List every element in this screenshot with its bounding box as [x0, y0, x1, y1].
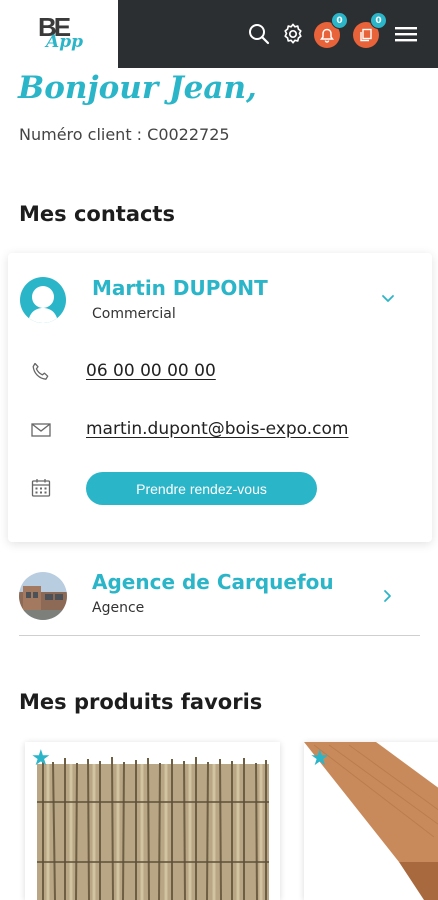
- agency-photo: [19, 572, 67, 620]
- contact-card: Martin DUPONT Commercial 06 00 00 00 00 …: [8, 253, 432, 542]
- contacts-section-title: Mes contacts: [19, 202, 175, 226]
- calendar-icon: [30, 477, 52, 503]
- header-toolbar: 0 0: [118, 0, 438, 68]
- agency-row[interactable]: Agence de Carquefou Agence: [19, 562, 420, 636]
- chevron-down-icon[interactable]: [380, 289, 396, 308]
- hamburger-menu-icon[interactable]: [394, 22, 418, 46]
- orders-badge: 0: [370, 12, 387, 29]
- bamboo-fence-image: [25, 742, 280, 900]
- contact-role: Commercial: [92, 306, 176, 322]
- notifications-badge: 0: [331, 12, 348, 29]
- user-silhouette-icon: [28, 286, 58, 323]
- app-header: BE App 0 0: [0, 0, 438, 68]
- product-card[interactable]: ★: [304, 742, 438, 900]
- favorite-star-icon[interactable]: ★: [310, 748, 330, 770]
- phone-link[interactable]: 06 00 00 00 00: [86, 361, 216, 381]
- chevron-right-icon[interactable]: [383, 588, 393, 608]
- agency-type: Agence: [92, 600, 145, 616]
- app-logo[interactable]: BE App: [0, 0, 118, 68]
- search-icon[interactable]: [247, 22, 271, 46]
- appointment-button[interactable]: Prendre rendez-vous: [86, 472, 317, 505]
- bell-icon: [320, 28, 334, 43]
- favorites-section-title: Mes produits favoris: [19, 690, 263, 714]
- logo-app-text: App: [46, 32, 83, 52]
- product-card[interactable]: ★: [25, 742, 280, 900]
- greeting-title: Bonjour Jean,: [18, 70, 257, 106]
- email-link[interactable]: martin.dupont@bois-expo.com: [86, 419, 348, 439]
- phone-icon: [30, 361, 52, 387]
- agency-name: Agence de Carquefou: [92, 570, 334, 594]
- gear-icon[interactable]: [281, 22, 305, 46]
- contact-name: Martin DUPONT: [92, 276, 268, 300]
- client-number: Numéro client : C0022725: [19, 125, 230, 144]
- document-icon: [360, 28, 372, 42]
- orders-button[interactable]: 0: [353, 12, 387, 48]
- avatar: [20, 277, 66, 323]
- notifications-button[interactable]: 0: [314, 12, 348, 48]
- favorite-star-icon[interactable]: ★: [31, 748, 51, 770]
- mail-icon: [30, 421, 52, 443]
